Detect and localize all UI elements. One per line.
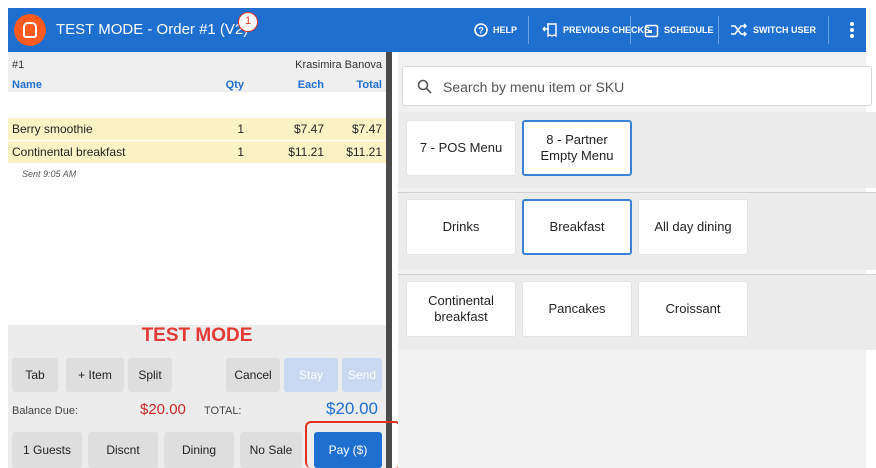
switch-user-label: SWITCH USER (753, 25, 816, 35)
switch-user-button[interactable]: SWITCH USER (730, 8, 816, 52)
menu-tile[interactable]: 7 - POS Menu (406, 120, 516, 176)
stay-button[interactable]: Stay (284, 358, 338, 392)
test-mode-banner: TEST MODE (141, 325, 253, 346)
column-each: Each (297, 79, 324, 91)
search-placeholder: Search by menu item or SKU (443, 79, 625, 95)
schedule-label: SCHEDULE (664, 25, 714, 35)
help-label: HELP (493, 25, 518, 35)
top-bar: TEST MODE - Order #1 (V2) ? HELP PREVIOU… (8, 8, 866, 52)
add-item-button[interactable]: + Item (66, 358, 124, 392)
item-name: Berry smoothie (12, 122, 93, 136)
total-value: $20.00 (326, 399, 378, 418)
page-title: TEST MODE - Order #1 (V2) (56, 21, 249, 38)
previous-checks-button[interactable]: PREVIOUS CHECKS (542, 8, 650, 52)
categories-group: Drinks Breakfast All day dining (398, 192, 876, 270)
dining-button[interactable]: Dining (164, 432, 234, 468)
item-tile[interactable]: Croissant (638, 281, 748, 337)
order-item-row[interactable]: Berry smoothie 1 $7.47 $7.47 (8, 118, 386, 140)
menu-tile-selected[interactable]: 8 - Partner Empty Menu (522, 120, 632, 176)
schedule-button[interactable]: SCHEDULE (644, 8, 714, 52)
send-button[interactable]: Send (342, 358, 382, 392)
column-qty: Qty (225, 79, 244, 91)
order-item-row[interactable]: Continental breakfast 1 $11.21 $11.21 (8, 141, 386, 163)
menu-panel: Search by menu item or SKU 7 - POS Menu … (398, 52, 876, 468)
column-total: Total (356, 79, 382, 91)
balance-due-label: Balance Due: (12, 405, 79, 417)
pay-button-highlight (305, 421, 401, 468)
item-qty: 1 (237, 145, 244, 159)
category-tile[interactable]: All day dining (638, 199, 748, 255)
search-input[interactable]: Search by menu item or SKU (402, 66, 872, 106)
item-name: Continental breakfast (12, 145, 126, 159)
column-name: Name (12, 79, 42, 91)
discount-button[interactable]: Discnt (88, 432, 158, 468)
menus-group: 7 - POS Menu 8 - Partner Empty Menu (398, 112, 876, 188)
split-button[interactable]: Split (128, 358, 172, 392)
order-panel: #1 Krasimira Banova Name Qty Each Total … (8, 52, 392, 468)
svg-text:?: ? (478, 26, 484, 36)
cancel-button[interactable]: Cancel (226, 358, 280, 392)
order-columns-header: Name Qty Each Total (8, 76, 386, 92)
balance-due-value: $20.00 (140, 401, 186, 418)
item-total: $7.47 (351, 122, 382, 136)
previous-checks-label: PREVIOUS CHECKS (563, 25, 651, 35)
item-tile[interactable]: Pancakes (522, 281, 632, 337)
no-sale-button[interactable]: No Sale (240, 432, 302, 468)
category-tile[interactable]: Drinks (406, 199, 516, 255)
receipt-icon (542, 23, 557, 38)
item-each: $7.47 (293, 122, 324, 136)
category-tile-selected[interactable]: Breakfast (522, 199, 632, 255)
calendar-icon (644, 24, 659, 37)
total-label: TOTAL: (204, 405, 242, 417)
guests-button[interactable]: 1 Guests (12, 432, 82, 468)
item-each: $11.21 (288, 145, 324, 159)
order-number: #1 (12, 59, 25, 71)
shuffle-icon (731, 23, 748, 37)
items-group: Continental breakfast Pancakes Croissant (398, 274, 876, 350)
sent-timestamp: Sent 9:05 AM (22, 169, 77, 179)
search-icon (417, 79, 432, 94)
item-qty: 1 (237, 122, 244, 136)
server-name: Krasimira Banova (295, 59, 382, 71)
tab-button[interactable]: Tab (12, 358, 58, 392)
help-icon: ? (474, 23, 488, 37)
help-button[interactable]: ? HELP (474, 8, 517, 52)
item-tile[interactable]: Continental breakfast (406, 281, 516, 337)
item-total: $11.21 (346, 145, 382, 159)
toast-logo-icon[interactable] (14, 14, 46, 46)
more-menu-icon[interactable] (850, 22, 854, 38)
annotation-marker-1: 1 (238, 12, 258, 32)
